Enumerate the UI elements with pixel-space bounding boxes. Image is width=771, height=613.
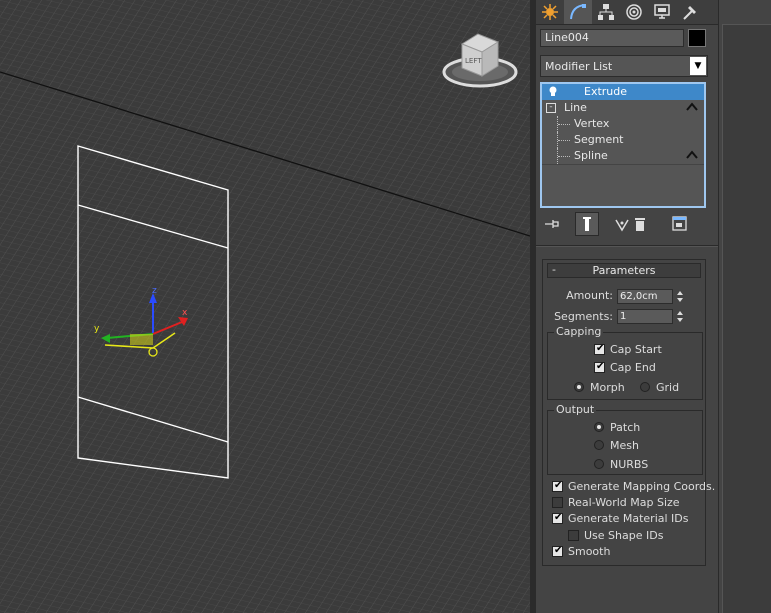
tab-create[interactable] bbox=[536, 0, 564, 24]
mesh-radio[interactable] bbox=[594, 440, 604, 450]
parameters-rollout-header[interactable]: - Parameters bbox=[547, 263, 701, 278]
right-side-panel bbox=[718, 0, 771, 613]
chevron-up-icon bbox=[686, 150, 698, 159]
output-title: Output bbox=[554, 403, 597, 416]
motion-icon bbox=[626, 4, 642, 20]
stack-item-vertex[interactable]: Vertex bbox=[542, 116, 704, 132]
capping-title: Capping bbox=[554, 325, 604, 338]
stack-item-extrude[interactable]: Extrude bbox=[542, 84, 704, 100]
amount-label: Amount: bbox=[566, 289, 613, 302]
svg-text:x: x bbox=[182, 308, 188, 318]
modifier-stack[interactable]: Extrude - Line Vertex Segment Spline bbox=[540, 82, 706, 208]
stack-item-segment[interactable]: Segment bbox=[542, 132, 704, 148]
tab-hierarchy[interactable] bbox=[592, 0, 620, 24]
trash-icon bbox=[635, 218, 645, 231]
generate-mapping-checkbox[interactable]: ✔ bbox=[552, 480, 563, 492]
display-icon bbox=[654, 4, 670, 19]
tab-motion[interactable] bbox=[620, 0, 648, 24]
output-group: Output Patch Mesh NURBS bbox=[547, 403, 703, 475]
amount-spinner-arrows[interactable] bbox=[675, 289, 685, 304]
capping-group: Capping ✔ Cap Start ✔ Cap End Morph Grid bbox=[547, 325, 703, 400]
show-end-result-button[interactable] bbox=[575, 212, 599, 236]
cap-start-checkbox[interactable]: ✔ bbox=[594, 343, 605, 355]
patch-radio[interactable] bbox=[594, 422, 604, 432]
modify-icon bbox=[570, 4, 586, 20]
stack-item-spline[interactable]: Spline bbox=[542, 148, 704, 164]
rollout-title: Parameters bbox=[592, 264, 656, 277]
command-panel: Line004 Modifier List ▼ Extrude - Line V… bbox=[536, 0, 718, 613]
tab-display[interactable] bbox=[648, 0, 676, 24]
amount-input[interactable]: 62,0cm bbox=[617, 289, 673, 304]
parameters-rollout: - Parameters Amount: 62,0cm Segments: 1 … bbox=[542, 259, 715, 566]
object-name-field[interactable]: Line004 bbox=[540, 29, 684, 47]
svg-text:z: z bbox=[152, 286, 157, 296]
configure-icon bbox=[672, 216, 687, 231]
segments-spinner-arrows[interactable] bbox=[675, 309, 685, 324]
segments-input[interactable]: 1 bbox=[617, 309, 673, 324]
tab-modify[interactable] bbox=[564, 0, 592, 24]
pin-stack-button[interactable] bbox=[540, 212, 564, 236]
hierarchy-icon bbox=[598, 4, 614, 20]
object-color-swatch[interactable] bbox=[688, 29, 706, 47]
chevron-down-icon: ▼ bbox=[690, 57, 706, 75]
configure-modifier-sets-button[interactable] bbox=[668, 212, 692, 236]
real-world-map-size-checkbox[interactable] bbox=[552, 497, 563, 508]
modifier-list-dropdown[interactable]: Modifier List ▼ bbox=[540, 55, 708, 77]
viewcube-face-label: LEFT bbox=[465, 57, 482, 65]
command-panel-tabs bbox=[536, 0, 718, 25]
viewcube[interactable]: LEFT bbox=[440, 30, 518, 92]
tab-utilities[interactable] bbox=[676, 0, 704, 24]
nurbs-radio[interactable] bbox=[594, 459, 604, 469]
lightbulb-icon bbox=[549, 86, 557, 96]
cap-end-checkbox[interactable]: ✔ bbox=[594, 361, 605, 373]
modifier-list-label: Modifier List bbox=[545, 60, 613, 73]
svg-text:y: y bbox=[94, 324, 100, 334]
chevron-up-icon bbox=[686, 102, 698, 111]
show-end-result-icon bbox=[583, 217, 591, 231]
segments-label: Segments: bbox=[554, 310, 613, 323]
remove-modifier-button[interactable] bbox=[628, 212, 652, 236]
stack-item-line[interactable]: - Line bbox=[542, 100, 704, 116]
perspective-viewport[interactable]: z x y LEFT bbox=[0, 0, 530, 613]
collapse-icon[interactable]: - bbox=[546, 103, 556, 113]
generate-material-ids-checkbox[interactable]: ✔ bbox=[552, 512, 563, 524]
hammer-icon bbox=[683, 6, 696, 20]
morph-radio[interactable] bbox=[574, 382, 584, 392]
pin-icon bbox=[545, 220, 559, 228]
smooth-checkbox[interactable]: ✔ bbox=[552, 545, 563, 557]
stack-toolbar bbox=[540, 212, 710, 236]
create-icon bbox=[542, 4, 558, 20]
use-shape-ids-checkbox[interactable] bbox=[568, 530, 579, 541]
grid-radio[interactable] bbox=[640, 382, 650, 392]
